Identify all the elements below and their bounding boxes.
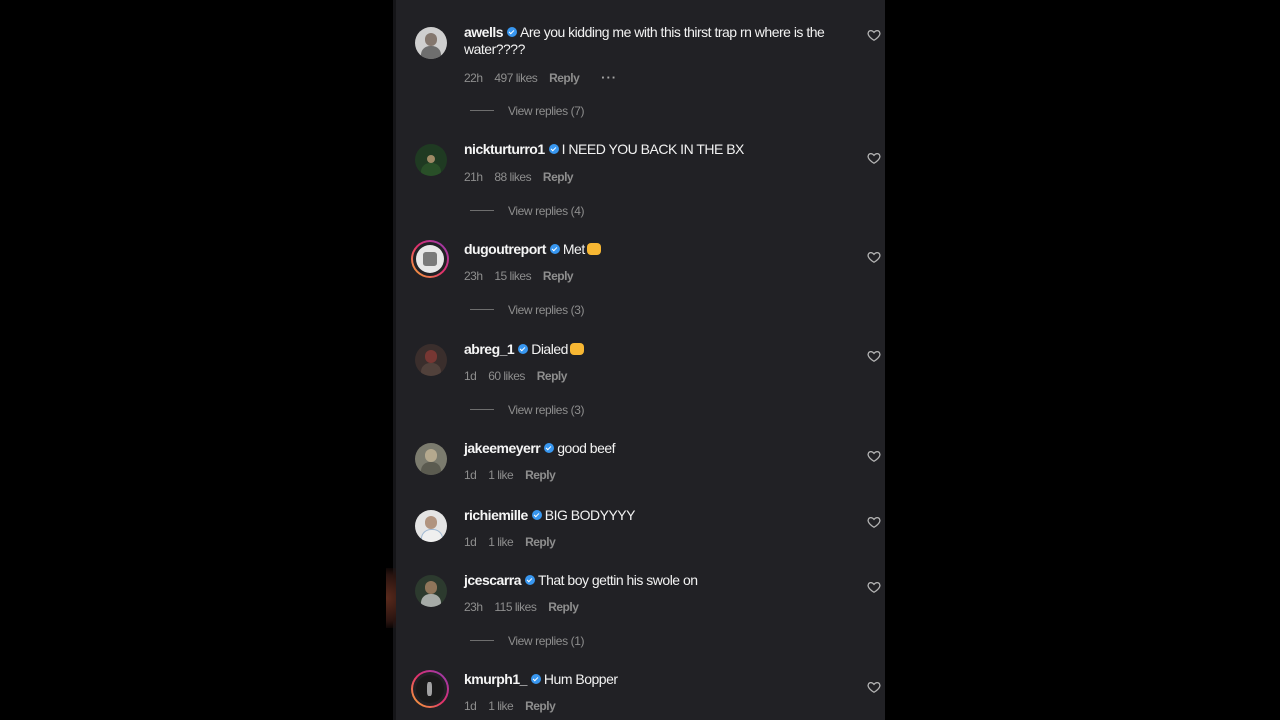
view-replies-label: View replies (3) xyxy=(508,303,585,317)
reply-button[interactable]: Reply xyxy=(548,600,579,614)
avatar[interactable] xyxy=(415,510,447,542)
avatar-story-ring[interactable] xyxy=(411,240,449,278)
comment-time: 1d xyxy=(464,535,477,549)
comment-text: good beef xyxy=(557,440,616,456)
comment-text-row: abreg_1 Dialed xyxy=(464,341,849,358)
heart-icon[interactable] xyxy=(867,349,881,363)
comment-likes[interactable]: 15 likes xyxy=(494,269,531,283)
heart-icon[interactable] xyxy=(867,449,881,463)
comments-panel[interactable]: awells Are you kidding me with this thirs… xyxy=(396,0,885,720)
verified-badge-icon xyxy=(544,443,555,453)
comment-time: 1d xyxy=(464,699,477,713)
view-replies-label: View replies (1) xyxy=(508,634,585,648)
comment-time: 22h xyxy=(464,71,483,85)
comment-likes[interactable]: 1 like xyxy=(488,699,514,713)
comment-likes[interactable]: 115 likes xyxy=(494,600,536,614)
comment-time: 1d xyxy=(464,369,477,383)
avatar[interactable] xyxy=(415,144,447,176)
comment-text-row: kmurph1_ Hum Bopper xyxy=(464,671,849,688)
view-replies-label: View replies (7) xyxy=(508,104,585,118)
comment-time: 1d xyxy=(464,468,477,482)
comment-meta: 22h 497 likes Reply ··· xyxy=(464,70,626,85)
reply-button[interactable]: Reply xyxy=(543,269,574,283)
reply-button[interactable]: Reply xyxy=(525,699,556,713)
view-replies-button[interactable]: View replies (4) xyxy=(470,204,670,218)
heart-icon[interactable] xyxy=(867,28,881,42)
comment-meta: 1d 60 likes Reply xyxy=(464,369,576,383)
verified-badge-icon xyxy=(548,144,559,154)
verified-badge-icon xyxy=(525,575,536,585)
comment-username[interactable]: kmurph1_ xyxy=(464,671,527,687)
heart-icon[interactable] xyxy=(867,680,881,694)
comment-text-row: awells Are you kidding me with this thirs… xyxy=(464,24,849,58)
comment-text-row: dugoutreport Met xyxy=(464,241,849,258)
verified-badge-icon xyxy=(549,244,560,254)
comment-likes[interactable]: 1 like xyxy=(488,468,514,482)
flexed-biceps-emoji-icon xyxy=(569,343,584,355)
verified-badge-icon xyxy=(518,344,529,354)
comment-text-row: jakeemeyerr good beef xyxy=(464,440,849,457)
comment-likes[interactable]: 60 likes xyxy=(488,369,525,383)
replies-divider xyxy=(470,409,494,410)
comment-text: Met xyxy=(562,241,585,257)
comment-text: That boy gettin his swole on xyxy=(538,572,698,588)
heart-icon[interactable] xyxy=(867,151,881,165)
comment-text: I NEED YOU BACK IN THE BX xyxy=(561,141,745,157)
comment-username[interactable]: abreg_1 xyxy=(464,341,515,357)
reply-button[interactable]: Reply xyxy=(525,468,556,482)
avatar[interactable] xyxy=(415,27,447,59)
view-replies-label: View replies (4) xyxy=(508,204,585,218)
comment-username[interactable]: dugoutreport xyxy=(464,241,546,257)
comment-time: 23h xyxy=(464,600,483,614)
reply-button[interactable]: Reply xyxy=(525,535,556,549)
view-replies-button[interactable]: View replies (7) xyxy=(470,104,670,118)
replies-divider xyxy=(470,110,494,111)
comment-meta: 21h 88 likes Reply xyxy=(464,170,582,184)
replies-divider xyxy=(470,640,494,641)
comment-username[interactable]: nickturturro1 xyxy=(464,141,545,157)
view-replies-button[interactable]: View replies (1) xyxy=(470,634,670,648)
comment-username[interactable]: jcescarra xyxy=(464,572,522,588)
view-replies-button[interactable]: View replies (3) xyxy=(470,403,670,417)
avatar[interactable] xyxy=(415,443,447,475)
comment-text-row: jcescarra That boy gettin his swole on xyxy=(464,572,849,589)
comment-text-row: richiemille BIG BODYYYY xyxy=(464,507,849,524)
comment-username[interactable]: richiemille xyxy=(464,507,528,523)
comment-meta: 1d 1 like Reply xyxy=(464,535,564,549)
comment-likes[interactable]: 1 like xyxy=(488,535,514,549)
replies-divider xyxy=(470,309,494,310)
comment-text: Are you kidding me with this thirst trap… xyxy=(464,24,825,57)
avatar-story-ring[interactable] xyxy=(411,670,449,708)
comment-text: BIG BODYYYY xyxy=(544,507,636,523)
comment-text: Hum Bopper xyxy=(543,671,618,687)
comment-meta: 23h 115 likes Reply xyxy=(464,600,587,614)
comment-meta: 1d 1 like Reply xyxy=(464,699,564,713)
heart-icon[interactable] xyxy=(867,515,881,529)
replies-divider xyxy=(470,210,494,211)
comment-likes[interactable]: 88 likes xyxy=(494,170,531,184)
comment-text-row: nickturturro1 I NEED YOU BACK IN THE BX xyxy=(464,141,849,158)
verified-badge-icon xyxy=(530,674,541,684)
comment-meta: 1d 1 like Reply xyxy=(464,468,564,482)
verified-badge-icon xyxy=(531,510,542,520)
comment-username[interactable]: awells xyxy=(464,24,504,40)
comment-time: 23h xyxy=(464,269,483,283)
reply-button[interactable]: Reply xyxy=(537,369,568,383)
reply-button[interactable]: Reply xyxy=(549,71,580,85)
comment-likes[interactable]: 497 likes xyxy=(494,71,537,85)
comment-time: 21h xyxy=(464,170,483,184)
comment-text: Dialed xyxy=(531,341,568,357)
comment-username[interactable]: jakeemeyerr xyxy=(464,440,541,456)
fist-emoji-icon xyxy=(586,243,601,255)
comment-meta: 23h 15 likes Reply xyxy=(464,269,582,283)
more-options-icon[interactable]: ··· xyxy=(601,70,617,85)
avatar[interactable] xyxy=(415,344,447,376)
verified-badge-icon xyxy=(507,27,518,37)
view-replies-label: View replies (3) xyxy=(508,403,585,417)
reply-button[interactable]: Reply xyxy=(543,170,574,184)
view-replies-button[interactable]: View replies (3) xyxy=(470,303,670,317)
avatar[interactable] xyxy=(415,575,447,607)
heart-icon[interactable] xyxy=(867,580,881,594)
heart-icon[interactable] xyxy=(867,250,881,264)
